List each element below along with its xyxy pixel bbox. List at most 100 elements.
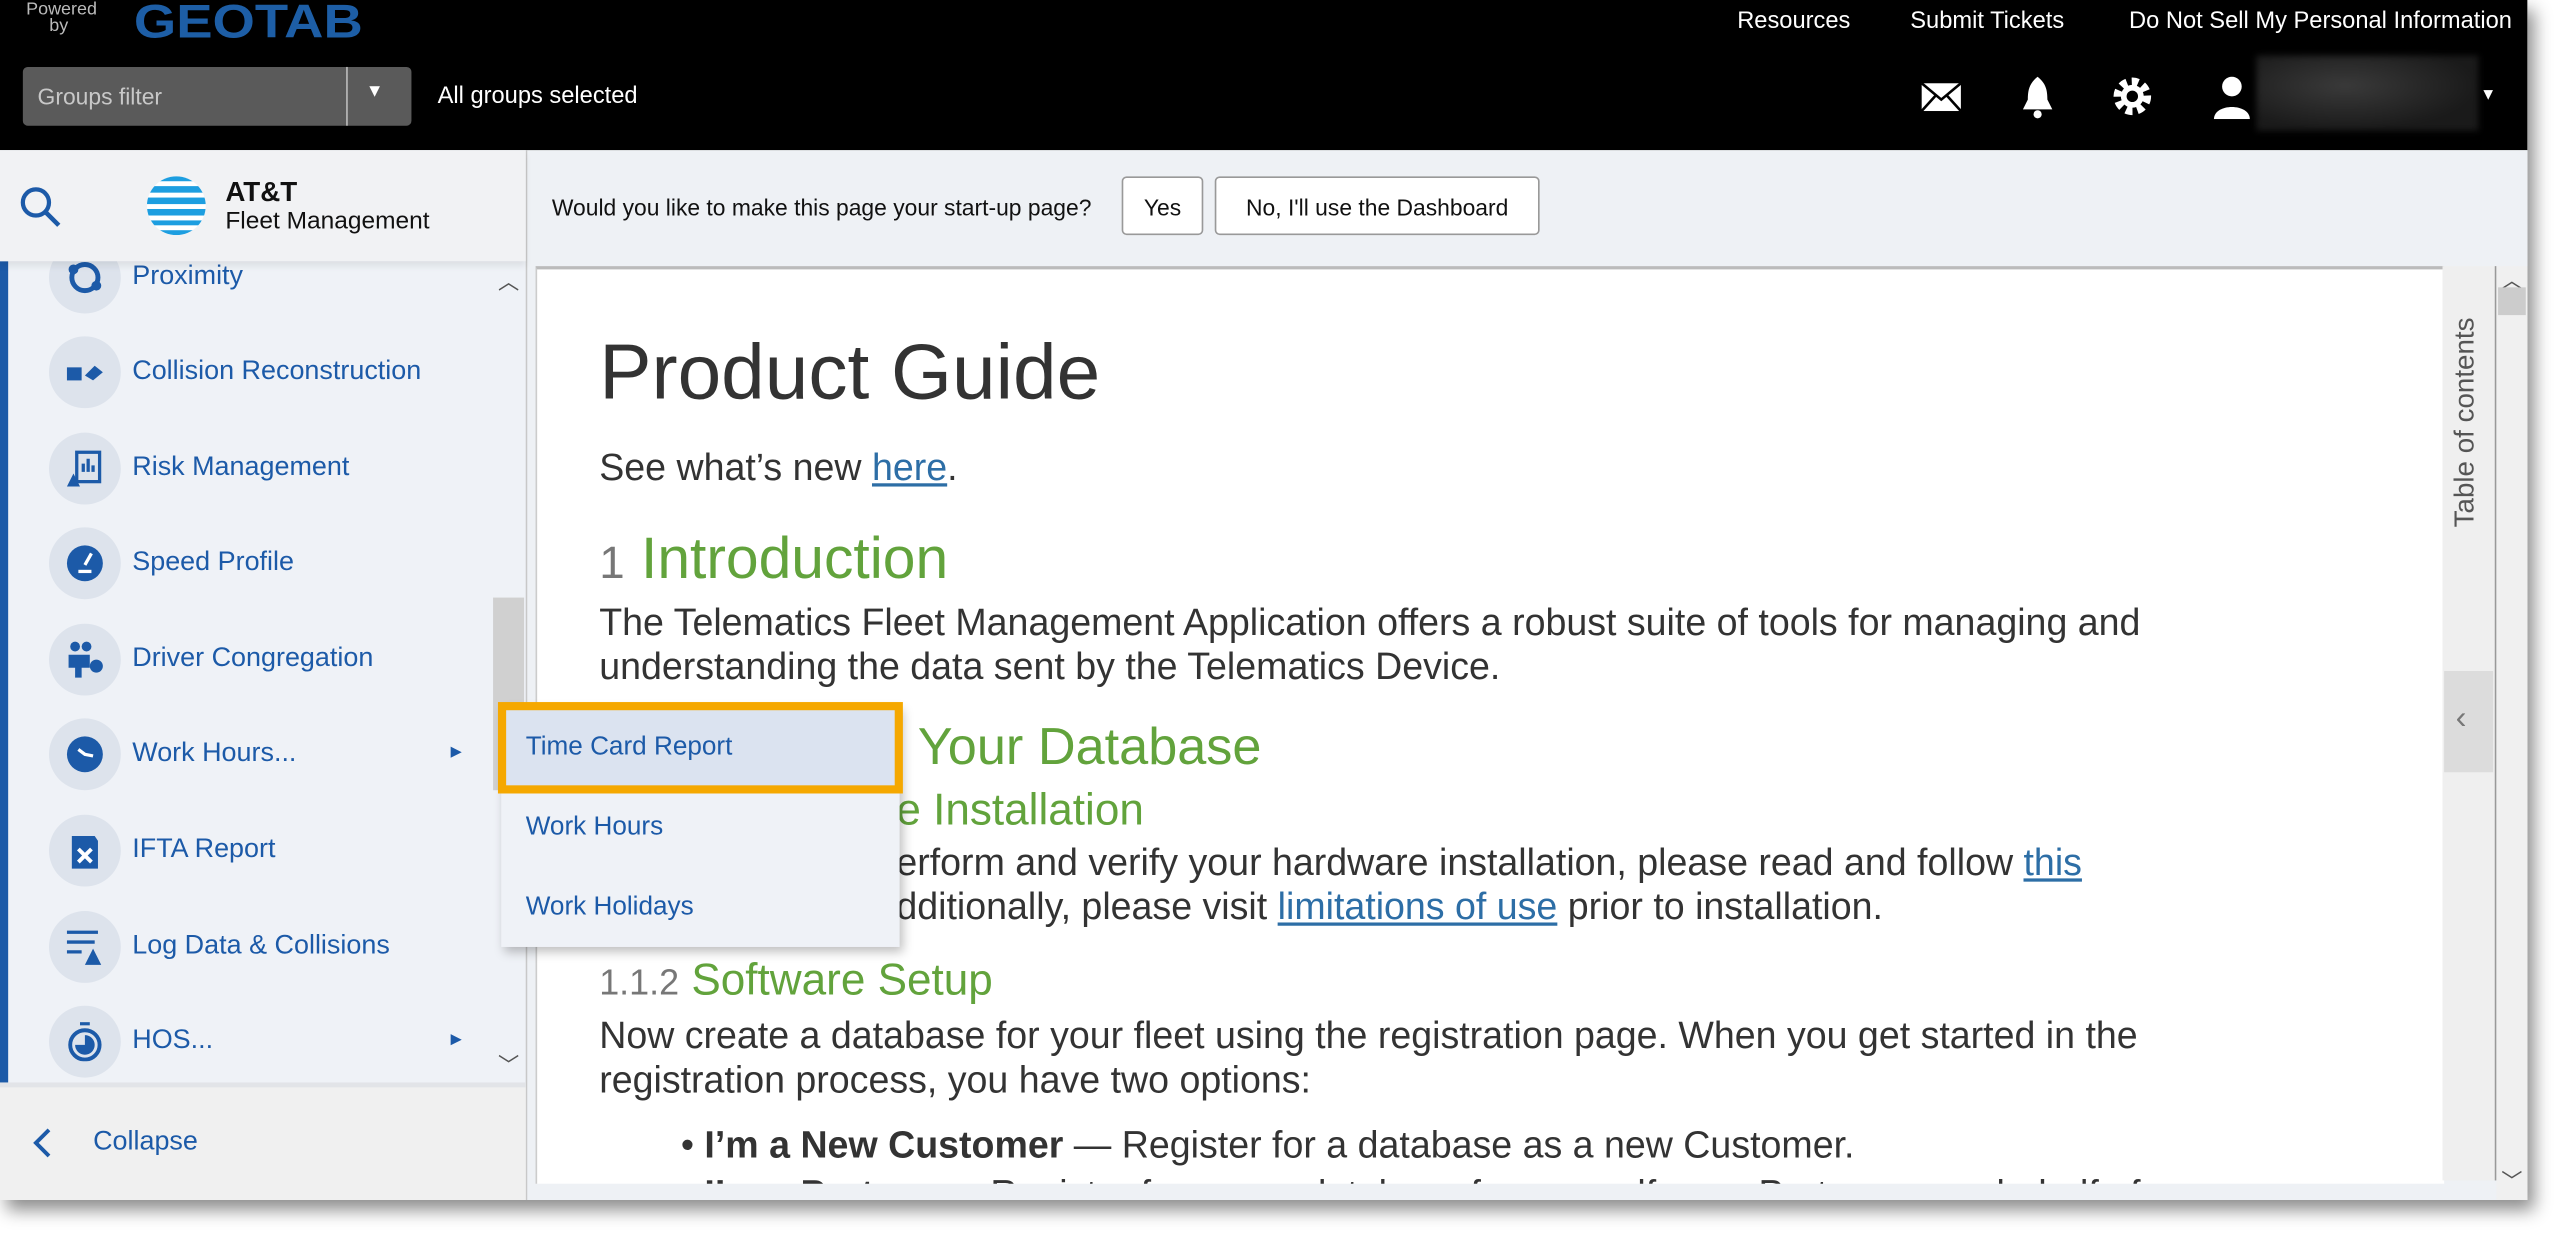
submenu-item-label: Time Card Report <box>525 733 733 761</box>
clock-icon <box>48 718 121 791</box>
hardware-paragraph-line: erform and verify your hardware installa… <box>896 841 2082 885</box>
sidebar-item-collision-reconstruction[interactable]: Collision Reconstruction <box>8 325 491 420</box>
divider <box>346 66 348 126</box>
sidebar-item-label: Risk Management <box>132 452 350 482</box>
sidebar-item-label: Speed Profile <box>132 546 295 577</box>
submenu-item-label: Work Holidays <box>525 893 694 921</box>
caret-down-icon[interactable]: ▼ <box>366 82 384 102</box>
chevron-down-icon[interactable]: ﹀ <box>498 1048 519 1079</box>
intro-paragraph-line: The Telematics Fleet Management Applicat… <box>599 600 2141 644</box>
section-heading-database: o Your Database <box>875 716 1262 776</box>
section-heading-introduction: 1 Introduction <box>599 524 948 593</box>
app-window: Powered by GEOTAB Resources Submit Ticke… <box>0 0 2528 1201</box>
sidebar-item-driver-congregation[interactable]: Driver Congregation <box>8 612 491 707</box>
use-dashboard-button[interactable]: No, I'll use the Dashboard <box>1214 176 1540 236</box>
mail-icon[interactable] <box>1918 73 1964 119</box>
bullet-bold: I’m a Partner <box>704 1172 932 1183</box>
sidebar-item-hos[interactable]: HOS... ▶ <box>8 994 491 1089</box>
log-icon <box>48 911 121 983</box>
stopwatch-icon <box>48 1005 121 1078</box>
sidebar-item-log-data-collisions[interactable]: Log Data & Collisions <box>8 900 491 995</box>
text: erform and verify your hardware installa… <box>896 840 2024 884</box>
screenshot-stage: Powered by GEOTAB Resources Submit Ticke… <box>0 0 2560 1234</box>
drivers-icon <box>48 623 121 696</box>
section-title: Software Setup <box>691 955 993 1005</box>
content-scrollbar[interactable]: ︿ ﹀ <box>2496 266 2528 1201</box>
chevron-left-icon: ‹ <box>2455 700 2467 737</box>
bell-icon[interactable] <box>2015 73 2061 119</box>
submenu-arrow-icon: ▶ <box>450 742 462 760</box>
page-title: Product Guide <box>599 329 1101 417</box>
software-paragraph-line: registration process, you have two optio… <box>599 1057 1312 1101</box>
hardware-paragraph-line: dditionally, please visit limitations of… <box>896 885 1883 929</box>
active-section-bar <box>0 261 9 1083</box>
submit-tickets-link[interactable]: Submit Tickets <box>1910 8 2064 34</box>
limitations-of-use-link[interactable]: limitations of use <box>1278 885 1558 927</box>
search-icon[interactable] <box>20 186 62 228</box>
submenu-item-work-hours[interactable]: Work Hours <box>501 787 899 867</box>
bullet-bold: I’m a New Customer <box>704 1123 1064 1166</box>
collapse-label: Collapse <box>93 1126 198 1156</box>
gear-icon[interactable] <box>2109 73 2155 119</box>
resources-link[interactable]: Resources <box>1737 8 1850 34</box>
toc-label[interactable]: Table of contents <box>2449 282 2482 528</box>
chevron-up-icon[interactable]: ︿ <box>498 264 519 295</box>
section-heading-hardware: e Installation <box>896 785 1144 835</box>
whats-new-link[interactable]: here <box>872 446 947 488</box>
sidebar-item-label: IFTA Report <box>132 834 276 864</box>
groups-status: All groups selected <box>437 83 638 110</box>
geotab-logo: GEOTAB <box>133 0 363 49</box>
sidebar-item-label: Collision Reconstruction <box>132 355 422 386</box>
submenu-item-work-holidays[interactable]: Work Holidays <box>501 867 899 947</box>
risk-icon <box>48 432 121 505</box>
sidebar-item-speed-profile[interactable]: Speed Profile <box>8 516 491 611</box>
speedometer-icon <box>48 527 121 600</box>
bullet-item: • I’m a Partner — Register for a new dat… <box>681 1172 2172 1183</box>
text: — Register for a database as a new Custo… <box>1063 1123 1855 1166</box>
table-of-contents-panel[interactable]: Table of contents ‹ <box>2442 266 2497 1181</box>
text: dditionally, please visit <box>896 884 1278 928</box>
submenu-item-label: Work Hours <box>525 813 664 841</box>
caret-down-icon[interactable]: ▼ <box>2480 87 2496 105</box>
text: — Register for a new database for yourse… <box>932 1172 2171 1183</box>
user-name-redacted[interactable] <box>2256 55 2479 131</box>
section-number: 1 <box>599 537 625 588</box>
brand-subtitle: Fleet Management <box>225 207 430 236</box>
sidebar-item-work-hours[interactable]: Work Hours... ▶ <box>8 707 491 802</box>
groups-filter-input[interactable]: Groups filter <box>38 83 162 109</box>
section-number: 1.1.2 <box>599 961 680 1003</box>
collision-icon <box>48 336 121 409</box>
chevron-left-icon <box>33 1128 51 1158</box>
sidebar-item-risk-management[interactable]: Risk Management <box>8 421 491 516</box>
yes-button[interactable]: Yes <box>1121 176 1204 236</box>
text: . <box>947 445 958 489</box>
brand-title: AT&T <box>225 176 298 208</box>
user-icon[interactable] <box>2209 73 2255 120</box>
submenu-arrow-icon: ▶ <box>450 1030 462 1047</box>
logo-powered-by: Powered by <box>26 0 98 36</box>
text: prior to installation. <box>1557 884 1883 928</box>
do-not-sell-link[interactable]: Do Not Sell My Personal Information <box>2129 8 2512 34</box>
main-area: Would you like to make this page your st… <box>527 150 2528 1201</box>
att-globe-logo <box>146 176 206 236</box>
scrollbar-thumb[interactable] <box>2498 287 2526 316</box>
sidebar-item-label: Proximity <box>132 261 244 291</box>
groups-filter[interactable]: Groups filter ▼ <box>22 66 412 126</box>
sidebar-item-label: Driver Congregation <box>132 643 374 673</box>
sidebar-item-ifta-report[interactable]: IFTA Report <box>8 803 491 898</box>
whats-new-line: See what’s new here. <box>599 446 957 490</box>
section-title: Introduction <box>640 524 949 592</box>
fuel-can-icon <box>48 814 121 887</box>
collapse-button[interactable]: Collapse <box>0 1082 526 1201</box>
top-bar: Powered by GEOTAB Resources Submit Ticke… <box>0 0 2528 151</box>
toc-expand-button[interactable]: ‹ <box>2444 671 2494 773</box>
sidebar-item-label: Log Data & Collisions <box>132 930 390 961</box>
startup-page-question: Would you like to make this page your st… <box>551 194 1092 221</box>
this-link[interactable]: this <box>2024 841 2082 883</box>
sidebar: AT&T Fleet Management Proximity Collisio… <box>0 150 528 1201</box>
chevron-down-icon[interactable]: ﹀ <box>2501 1164 2522 1195</box>
submenu-item-time-card-report[interactable]: Time Card Report <box>497 702 903 794</box>
sidebar-scrollbar[interactable]: ︿ ﹀ <box>493 261 525 1083</box>
work-hours-submenu: Time Card Report Work Hours Work Holiday… <box>497 702 903 947</box>
section-heading-software: 1.1.2 Software Setup <box>599 955 993 1006</box>
